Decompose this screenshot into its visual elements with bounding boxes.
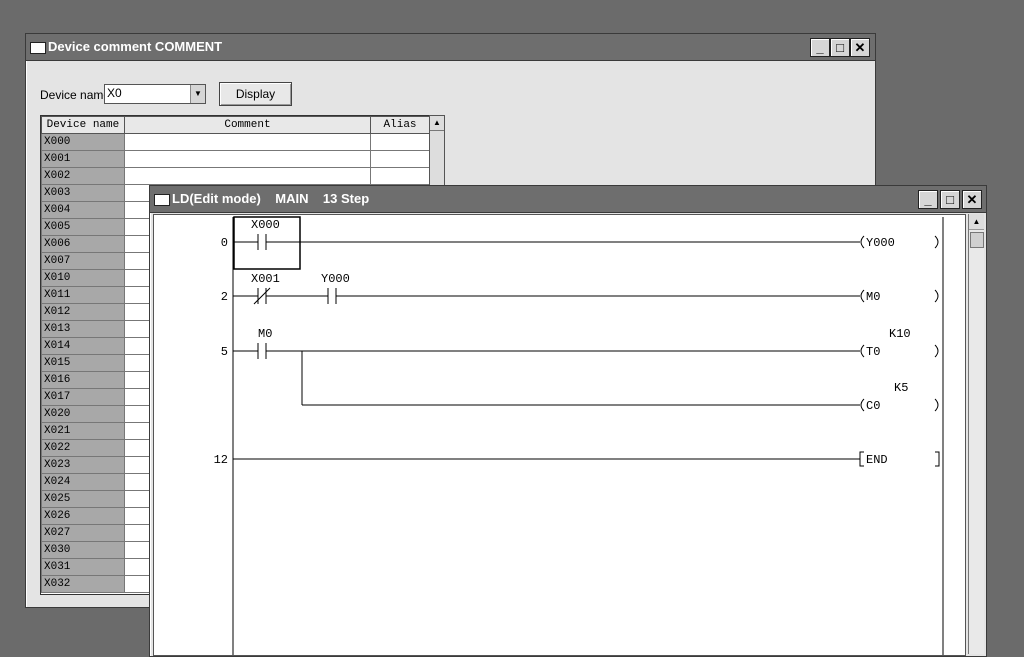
scroll-up-icon[interactable]: ▲ bbox=[430, 116, 444, 131]
coil-m0-label[interactable]: M0 bbox=[866, 290, 880, 304]
device-name-combo[interactable]: X0 ▼ bbox=[104, 84, 206, 104]
coil-c0-label[interactable]: C0 bbox=[866, 399, 880, 413]
ladder-scrollbar[interactable]: ▲ bbox=[968, 214, 984, 654]
column-header-comment[interactable]: Comment bbox=[123, 116, 372, 134]
contact-m0-label[interactable]: M0 bbox=[258, 327, 272, 341]
comment-window-title: Device comment COMMENT bbox=[48, 39, 223, 54]
window-icon bbox=[30, 42, 46, 54]
counter-constant: K5 bbox=[894, 381, 908, 395]
comment-cell[interactable] bbox=[123, 133, 372, 151]
contact-x001-label[interactable]: X001 bbox=[251, 272, 280, 286]
column-header-alias[interactable]: Alias bbox=[370, 116, 430, 134]
step-number: 12 bbox=[214, 453, 228, 467]
coil-t0-label[interactable]: T0 bbox=[866, 345, 880, 359]
device-name-cell[interactable]: X031 bbox=[41, 558, 125, 576]
device-name-cell[interactable]: X006 bbox=[41, 235, 125, 253]
table-row[interactable]: X002 bbox=[41, 167, 430, 185]
table-row[interactable]: X000 bbox=[41, 133, 430, 151]
maximize-icon[interactable]: □ bbox=[940, 190, 960, 209]
step-number: 5 bbox=[221, 345, 228, 359]
scroll-up-icon[interactable]: ▲ bbox=[969, 214, 984, 230]
window-icon bbox=[154, 194, 170, 206]
device-name-cell[interactable]: X012 bbox=[41, 303, 125, 321]
alias-cell[interactable] bbox=[370, 133, 430, 151]
contact-y000-label[interactable]: Y000 bbox=[321, 272, 350, 286]
ladder-canvas[interactable]: 0 2 5 12 X000 X001 Y000 M0 Y000 M0 T0 K1… bbox=[153, 214, 966, 656]
chevron-down-icon[interactable]: ▼ bbox=[190, 85, 205, 103]
device-name-cell[interactable]: X014 bbox=[41, 337, 125, 355]
column-header-device-name[interactable]: Device name bbox=[41, 116, 125, 134]
contact-x000-label[interactable]: X000 bbox=[251, 218, 280, 232]
device-name-cell[interactable]: X016 bbox=[41, 371, 125, 389]
device-name-cell[interactable]: X001 bbox=[41, 150, 125, 168]
device-name-cell[interactable]: X003 bbox=[41, 184, 125, 202]
close-icon[interactable]: ✕ bbox=[962, 190, 982, 209]
device-name-cell[interactable]: X024 bbox=[41, 473, 125, 491]
device-name-cell[interactable]: X000 bbox=[41, 133, 125, 151]
device-name-cell[interactable]: X011 bbox=[41, 286, 125, 304]
scroll-thumb[interactable] bbox=[970, 232, 984, 248]
comment-grid-scrollbar[interactable]: ▲ bbox=[429, 115, 445, 187]
step-number: 2 bbox=[221, 290, 228, 304]
close-icon[interactable]: ✕ bbox=[850, 38, 870, 57]
table-row[interactable]: X001 bbox=[41, 150, 430, 168]
device-name-cell[interactable]: X025 bbox=[41, 490, 125, 508]
device-name-cell[interactable]: X005 bbox=[41, 218, 125, 236]
device-name-cell[interactable]: X023 bbox=[41, 456, 125, 474]
device-name-label: Device name bbox=[40, 88, 111, 102]
minimize-icon[interactable]: _ bbox=[918, 190, 938, 209]
end-instruction[interactable]: END bbox=[866, 453, 888, 467]
device-name-cell[interactable]: X017 bbox=[41, 388, 125, 406]
ladder-window: LD(Edit mode) MAIN 13 Step _ □ ✕ 0 2 5 1… bbox=[149, 185, 987, 657]
alias-cell[interactable] bbox=[370, 150, 430, 168]
comment-cell[interactable] bbox=[123, 167, 372, 185]
device-name-cell[interactable]: X030 bbox=[41, 541, 125, 559]
comment-cell[interactable] bbox=[123, 150, 372, 168]
device-name-cell[interactable]: X013 bbox=[41, 320, 125, 338]
device-name-cell[interactable]: X015 bbox=[41, 354, 125, 372]
minimize-icon[interactable]: _ bbox=[810, 38, 830, 57]
step-number: 0 bbox=[221, 236, 228, 250]
device-name-cell[interactable]: X010 bbox=[41, 269, 125, 287]
display-button[interactable]: Display bbox=[219, 82, 292, 106]
device-name-value: X0 bbox=[107, 86, 122, 100]
device-name-cell[interactable]: X027 bbox=[41, 524, 125, 542]
coil-y000-label[interactable]: Y000 bbox=[866, 236, 895, 250]
comment-window-titlebar[interactable]: Device comment COMMENT _ □ ✕ bbox=[26, 34, 875, 61]
device-name-cell[interactable]: X020 bbox=[41, 405, 125, 423]
device-name-cell[interactable]: X004 bbox=[41, 201, 125, 219]
device-name-cell[interactable]: X032 bbox=[41, 575, 125, 593]
ladder-window-title: LD(Edit mode) MAIN 13 Step bbox=[172, 191, 370, 206]
alias-cell[interactable] bbox=[370, 167, 430, 185]
ladder-window-titlebar[interactable]: LD(Edit mode) MAIN 13 Step _ □ ✕ bbox=[150, 186, 986, 213]
device-name-cell[interactable]: X022 bbox=[41, 439, 125, 457]
timer-constant: K10 bbox=[889, 327, 911, 341]
device-name-cell[interactable]: X021 bbox=[41, 422, 125, 440]
device-name-cell[interactable]: X007 bbox=[41, 252, 125, 270]
device-name-cell[interactable]: X002 bbox=[41, 167, 125, 185]
device-name-cell[interactable]: X026 bbox=[41, 507, 125, 525]
maximize-icon[interactable]: □ bbox=[830, 38, 850, 57]
